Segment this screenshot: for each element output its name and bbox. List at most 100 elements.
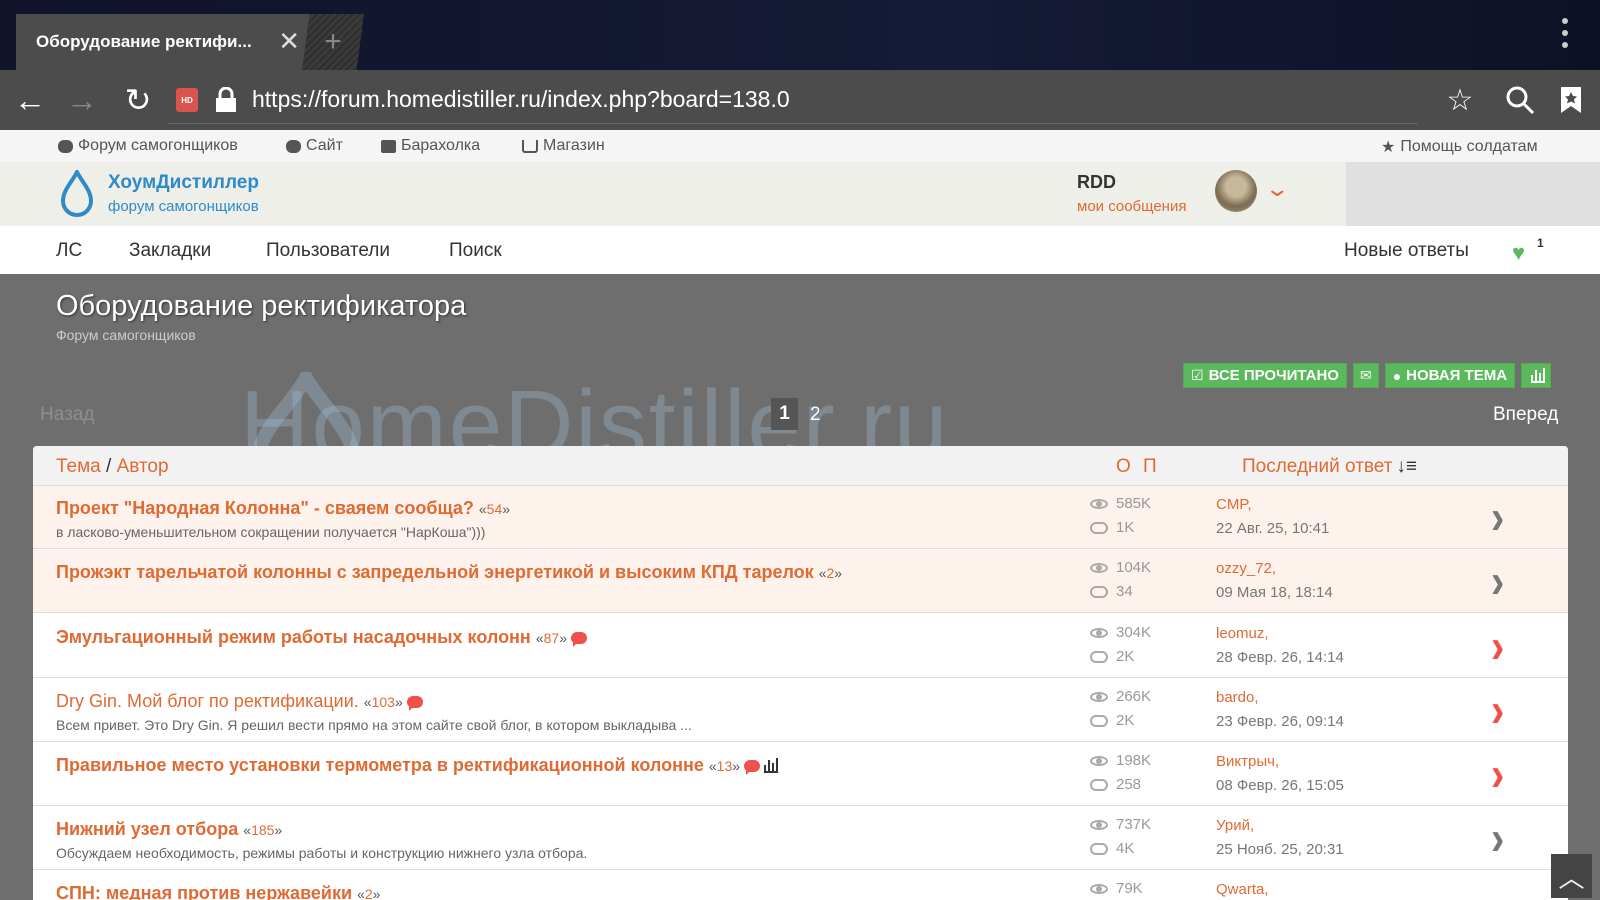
forward-arrow-icon[interactable]: → [62,82,102,118]
reload-icon[interactable]: ↻ [118,82,158,118]
star-icon: ★ [1381,139,1396,156]
search-icon[interactable] [1500,82,1540,118]
sort-desc-icon[interactable]: ↓≡ [1396,456,1417,478]
bookmark-star-icon[interactable]: ☆ [1440,82,1480,118]
last-reply-date: 25 Нояб. 25, 20:31 [1216,841,1344,858]
table-row[interactable]: Правильное место установки термометра в … [33,743,1568,806]
browser-tab[interactable]: Оборудование ректифи... ✕ [16,14,316,70]
browser-menu-icon[interactable] [1562,18,1570,48]
eye-icon [1090,755,1108,766]
topic-title[interactable]: Прожэкт тарельчатой колонны с запредельн… [56,562,842,583]
chevron-right-icon[interactable]: › [1491,494,1504,542]
eye-icon [1090,498,1108,509]
topic-pages[interactable]: «185» [243,822,282,838]
header-last-reply[interactable]: Последний ответ ↓≡ [1242,456,1417,478]
chevron-right-icon[interactable]: › [1491,558,1504,606]
topic-desc: Обсуждаем необходимость, режимы работы и… [56,845,588,861]
table-row[interactable]: СПН: медная против нержавейки «2» 79K Qw… [33,871,1568,900]
page-1-button[interactable]: 1 [771,398,798,430]
header-o[interactable]: О [1116,456,1131,478]
table-row[interactable]: Dry Gin. Мой блог по ректификации. «103»… [33,679,1568,742]
scroll-to-top-button[interactable]: ︿ [1551,854,1592,898]
topic-title[interactable]: Dry Gin. Мой блог по ректификации. «103» [56,691,423,712]
back-arrow-icon[interactable]: ← [10,82,50,118]
bar-chart-icon [1531,367,1546,383]
logo-drop-icon[interactable] [60,170,94,218]
close-tab-icon[interactable]: ✕ [278,28,300,54]
chevron-right-icon[interactable]: › [1491,623,1504,671]
topic-pages[interactable]: «2» [357,886,380,900]
topic-pages[interactable]: «13» [709,758,740,774]
brand-title[interactable]: ХоумДистиллер [108,172,259,194]
my-messages-link[interactable]: мои сообщения [1077,198,1186,215]
bookmarks-icon[interactable] [1556,82,1586,118]
top-nav-site[interactable]: Сайт [286,137,343,155]
topic-pages[interactable]: «2» [819,565,842,581]
page-subtitle[interactable]: Форум самогонщиков [56,327,196,343]
mark-all-read-button[interactable]: ☑ ВСЕ ПРОЧИТАНО [1183,363,1347,388]
top-nav-market[interactable]: Барахолка [381,137,480,155]
topic-pages[interactable]: «103» [364,694,403,710]
envelope-icon: ✉ [1359,367,1372,383]
chat-icon [58,139,73,153]
poll-icon [764,758,779,774]
last-reply-user[interactable]: bardo, [1216,689,1259,706]
brand-subtitle[interactable]: форум самогонщиков [108,198,259,215]
top-nav-forum[interactable]: Форум самогонщиков [58,137,238,155]
topic-title[interactable]: Проект "Народная Колонна" - сваяем сообщ… [56,498,510,519]
chevron-up-icon: ︿ [1558,862,1585,893]
tab-title: Оборудование ректифи... [36,32,252,51]
header-topic-author[interactable]: Тема / Автор [56,456,169,478]
replies-stat: 4K [1090,840,1134,857]
chevron-right-icon[interactable]: › [1491,687,1504,735]
last-reply-user[interactable]: Урий, [1216,817,1254,834]
user-name[interactable]: RDD [1077,172,1116,193]
table-row[interactable]: Прожэкт тарельчатой колонны с запредельн… [33,550,1568,613]
chevron-right-icon[interactable]: › [1491,751,1504,799]
page-title: Оборудование ректификатора [56,290,467,322]
nav-users[interactable]: Пользователи [266,240,390,262]
stats-button[interactable] [1521,363,1552,388]
topic-title[interactable]: Правильное место установки термометра в … [56,755,779,776]
table-row[interactable]: Эмульгационный режим работы насадочных к… [33,615,1568,678]
header-p[interactable]: П [1143,456,1157,478]
chat-icon [1090,778,1108,791]
new-topic-button[interactable]: ● НОВАЯ ТЕМА [1384,363,1516,388]
new-tab-button[interactable]: + [302,14,364,70]
comments-icon: ● [1392,367,1402,384]
url-field[interactable]: https://forum.homedistiller.ru/index.php… [252,86,790,113]
topic-title[interactable]: Нижний узел отбора «185» [56,819,282,840]
heart-icon[interactable]: ♥ [1512,240,1525,266]
nav-bookmarks[interactable]: Закладки [129,240,211,262]
pager-back-link[interactable]: Назад [40,404,94,426]
nav-search[interactable]: Поиск [449,240,502,262]
chevron-down-icon[interactable]: ⌄ [1264,176,1290,202]
top-nav-shop[interactable]: Магазин [522,137,605,155]
last-reply-user[interactable]: ozzy_72, [1216,560,1276,577]
table-row[interactable]: Нижний узел отбора «185» Обсуждаем необх… [33,807,1568,870]
page-2-button[interactable]: 2 [810,404,821,426]
views-stat: 104K [1090,559,1151,576]
top-nav-help[interactable]: ★ Помощь солдатам [1381,137,1538,157]
topic-title[interactable]: Эмульгационный режим работы насадочных к… [56,627,587,648]
chevron-right-icon[interactable]: › [1491,815,1504,863]
replies-stat: 2K [1090,712,1134,729]
avatar[interactable] [1215,170,1257,212]
last-reply-user[interactable]: CMP, [1216,496,1252,513]
pager-forward-link[interactable]: Вперед [1493,404,1558,426]
last-reply-user[interactable]: Qwarta, [1216,881,1269,898]
views-stat: 304K [1090,624,1151,641]
table-row[interactable]: Проект "Народная Колонна" - сваяем сообщ… [33,486,1568,549]
hot-topic-icon [406,696,423,712]
likes-count: 1 [1537,236,1544,250]
last-reply-user[interactable]: leomuz, [1216,625,1269,642]
nav-pm[interactable]: ЛС [56,240,82,262]
topic-pages[interactable]: «54» [479,501,510,517]
topic-pages[interactable]: «87» [536,630,567,646]
topic-title[interactable]: СПН: медная против нержавейки «2» [56,883,380,900]
nav-new-replies[interactable]: Новые ответы [1344,240,1469,262]
site-favicon-icon: HD [176,88,198,112]
last-reply-user[interactable]: Виктрыч, [1216,753,1279,770]
chat-icon [1090,585,1108,598]
notify-button[interactable]: ✉ [1352,363,1379,388]
